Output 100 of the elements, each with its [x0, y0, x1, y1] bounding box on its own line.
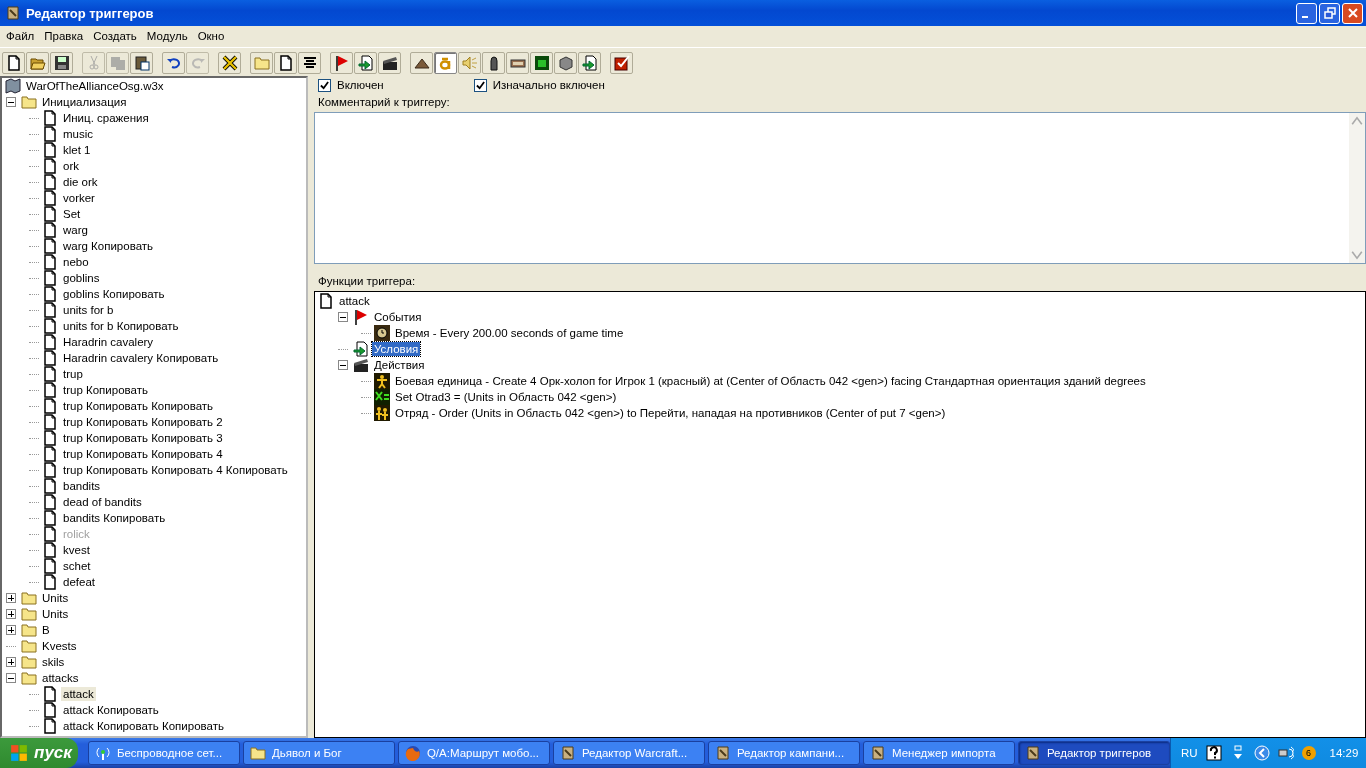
trigger-label[interactable]: Haradrin cavalery Копировать [61, 351, 221, 365]
toolbar-button[interactable] [274, 52, 297, 74]
toolbar-button[interactable] [610, 52, 633, 74]
expander-box[interactable] [6, 673, 16, 683]
menu-item[interactable]: Окно [193, 29, 231, 42]
trigger-label[interactable]: trup Копировать [61, 383, 150, 397]
trigger-label[interactable]: Set [61, 207, 83, 221]
toolbar-button[interactable] [554, 52, 577, 74]
folder-label[interactable]: Инициализация [40, 95, 129, 109]
trigger-label[interactable]: klet 1 [61, 143, 93, 157]
trigger-label[interactable]: kvest [61, 543, 92, 557]
checkbox-box[interactable] [473, 78, 487, 92]
trigger-label[interactable]: attack Копировать Копировать [61, 719, 226, 733]
taskbar-button[interactable]: Редактор триггеров [1017, 741, 1170, 765]
function-label[interactable]: Set Otrad3 = (Units in Область 042 <gen>) [393, 390, 619, 404]
comment-field[interactable] [314, 112, 1366, 264]
trigger-label[interactable]: units for b Копировать [61, 319, 181, 333]
taskbar-button[interactable]: Редактор кампани... [707, 741, 860, 765]
expander-box[interactable] [6, 593, 16, 603]
expander-box[interactable] [338, 360, 348, 370]
expander-box[interactable] [6, 657, 16, 667]
trigger-name[interactable]: attack [337, 294, 372, 308]
folder-label[interactable]: Kvests [40, 639, 79, 653]
taskbar-button[interactable]: Беспроводное сет... [87, 741, 240, 765]
notification-badge[interactable]: 6 [1301, 746, 1316, 760]
taskbar-button[interactable]: Редактор Warcraft... [552, 741, 705, 765]
function-label[interactable]: Боевая единица - Create 4 Орк-холоп for Игрок 1 (красный) at (Center of Область 042 <gen>) facing Стандартная ориентация зданий degrees [393, 374, 1148, 388]
trigger-label[interactable]: trup [61, 367, 85, 381]
trigger-label[interactable]: Иниц. сражения [61, 111, 151, 125]
folder-label[interactable]: attacks [40, 671, 81, 685]
chevron-icon[interactable] [1253, 745, 1270, 761]
toolbar-button[interactable] [482, 52, 505, 74]
trigger-label[interactable]: ork [61, 159, 81, 173]
expander-box[interactable] [338, 312, 348, 322]
toolbar-button[interactable] [354, 52, 377, 74]
language-indicator[interactable]: RU [1180, 747, 1198, 759]
trigger-label[interactable]: trup Копировать Копировать [61, 399, 216, 413]
toolbar-button[interactable] [130, 52, 153, 74]
trigger-label[interactable]: goblins Копировать [61, 287, 167, 301]
checkbox-box[interactable] [318, 78, 331, 92]
trigger-label[interactable]: schet [61, 559, 93, 573]
toolbar-button[interactable] [506, 52, 529, 74]
expander-box[interactable] [6, 609, 16, 619]
checkbox[interactable]: Включен [318, 77, 384, 93]
toolbar-button[interactable] [578, 52, 601, 74]
menu-item[interactable]: Правка [40, 29, 90, 42]
toolbar-button[interactable] [2, 52, 25, 74]
toolbar-button[interactable] [378, 52, 401, 74]
trigger-label[interactable]: trup Копировать Копировать 2 [61, 415, 225, 429]
trigger-label[interactable]: attack [61, 687, 96, 701]
start-button[interactable]: пуск [0, 738, 78, 768]
trigger-label[interactable]: vorker [61, 191, 97, 205]
trigger-label[interactable]: goblins [61, 271, 102, 285]
expander-box[interactable] [6, 625, 16, 635]
function-label[interactable]: События [372, 310, 424, 324]
trigger-label[interactable]: trup Копировать Копировать 4 Копировать [61, 463, 290, 477]
checkbox[interactable]: Изначально включен [473, 77, 605, 93]
trigger-label[interactable]: warg [61, 223, 90, 237]
trigger-label[interactable]: nebo [61, 255, 91, 269]
function-label[interactable]: Отряд - Order (Units in Область 042 <gen>) to Перейти, нападая на противников (Center of put 7 <gen>) [393, 406, 948, 420]
taskbar-button[interactable]: Дьявол и Бог [242, 741, 395, 765]
toolbar-button[interactable] [218, 52, 241, 74]
minimize-button[interactable] [1296, 2, 1317, 24]
trigger-label[interactable]: trup Копировать Копировать 4 [61, 447, 225, 461]
trigger-label[interactable]: trup Копировать Копировать 3 [61, 431, 225, 445]
help-icon[interactable] [1205, 745, 1222, 761]
toolbar-button[interactable] [530, 52, 553, 74]
network-icon[interactable] [1277, 745, 1294, 761]
toolbar-button[interactable] [50, 52, 73, 74]
trigger-label[interactable]: dead of bandits [61, 495, 144, 509]
maximize-button[interactable] [1319, 2, 1340, 24]
taskbar-button[interactable]: Менеджер импорта [862, 741, 1015, 765]
menu-item[interactable]: Файл [2, 29, 41, 42]
function-label[interactable]: Время - Every 200.00 seconds of game time [393, 326, 626, 340]
menu-item[interactable]: Создать [89, 29, 143, 42]
folder-label[interactable]: Units [40, 591, 71, 605]
trigger-label[interactable]: attack Копировать [61, 703, 161, 717]
trigger-label[interactable]: bandits [61, 479, 103, 493]
toolbar-button[interactable] [298, 52, 321, 74]
trigger-label[interactable]: Haradrin cavalery [61, 335, 156, 349]
document-icon [42, 494, 58, 510]
toolbar-button[interactable] [162, 52, 185, 74]
expander-box[interactable] [6, 97, 16, 107]
trigger-label[interactable]: music [61, 127, 96, 141]
menu-item[interactable]: Модуль [142, 29, 194, 42]
folder-label[interactable]: skils [40, 655, 67, 669]
close-button[interactable] [1342, 2, 1363, 24]
map-label[interactable]: WarOfTheAllianceOsg.w3x [24, 79, 166, 93]
taskbar-button[interactable]: Q/A:Маршрут мобо... [397, 741, 550, 765]
toolbar-button[interactable] [330, 52, 353, 74]
trigger-label[interactable]: die ork [61, 175, 100, 189]
function-label[interactable]: Действия [372, 358, 427, 372]
trigger-label[interactable]: defeat [61, 575, 97, 589]
toolbar-button[interactable] [410, 52, 433, 74]
folder-label[interactable]: B [40, 623, 52, 637]
trigger-label[interactable]: bandits Копировать [61, 511, 168, 525]
trigger-label[interactable]: units for b [61, 303, 116, 317]
folder-label[interactable]: Units [40, 607, 71, 621]
trigger-label[interactable]: warg Копировать [61, 239, 156, 253]
function-label[interactable]: Условия [372, 342, 421, 356]
